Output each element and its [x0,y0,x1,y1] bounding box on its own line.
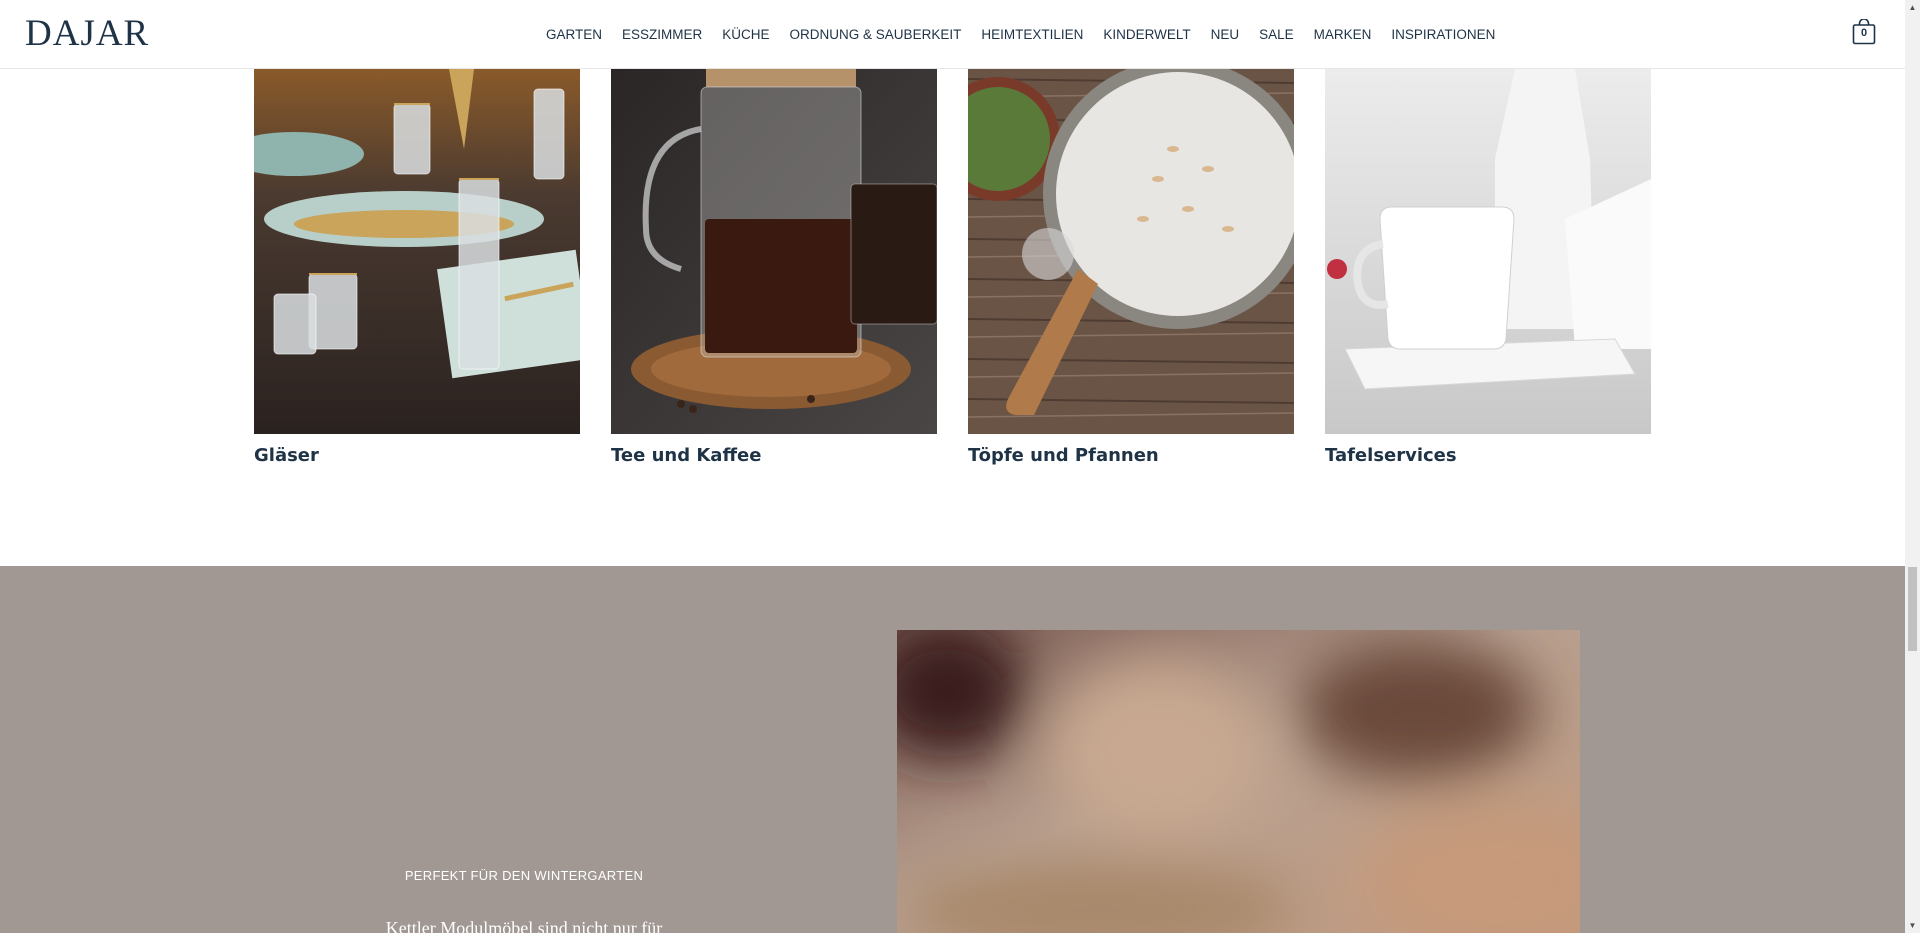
category-label[interactable]: Gläser [254,445,319,466]
nav-kinderwelt[interactable]: KINDERWELT [1103,27,1190,42]
category-grid: Gläser Tee und Kaffee Töpfe und Pfannen … [0,69,1905,565]
scroll-down-arrow-icon[interactable]: ▼ [1905,918,1920,933]
scrollbar-thumb[interactable] [1908,567,1917,651]
category-label[interactable]: Tafelservices [1325,445,1457,466]
nav-neu[interactable]: NEU [1211,27,1240,42]
logo[interactable]: DAJAR [25,12,149,55]
category-image-tafelservices [1325,69,1651,434]
site-header: DAJAR GARTEN ESSZIMMER KÜCHE ORDNUNG & S… [0,0,1905,69]
category-card-tee-kaffee[interactable]: Tee und Kaffee [611,69,937,466]
nav-inspirationen[interactable]: INSPIRATIONEN [1391,27,1495,42]
category-image-glaeser [254,69,580,434]
category-label[interactable]: Tee und Kaffee [611,445,761,466]
promo-image [897,630,1580,933]
promo-text: Kettler Modulmöbel sind nicht nur für [385,918,663,933]
nav-marken[interactable]: MARKEN [1314,27,1372,42]
nav-kueche[interactable]: KÜCHE [722,27,769,42]
main-nav: GARTEN ESSZIMMER KÜCHE ORDNUNG & SAUBERK… [536,0,1505,69]
category-card-toepfe-pfannen[interactable]: Töpfe und Pfannen [968,69,1294,466]
promo-section: PERFEKT FÜR DEN WINTERGARTEN Kettler Mod… [0,566,1905,933]
cart-button[interactable]: 0 [1852,19,1876,45]
cart-count: 0 [1860,27,1868,39]
nav-esszimmer[interactable]: ESSZIMMER [622,27,702,42]
scroll-up-arrow-icon[interactable]: ▲ [1905,0,1920,15]
category-image-toepfe-pfannen [968,69,1294,434]
nav-ordnung-sauberkeit[interactable]: ORDNUNG & SAUBERKEIT [790,27,962,42]
nav-garten[interactable]: GARTEN [546,27,602,42]
nav-sale[interactable]: SALE [1259,27,1294,42]
category-card-tafelservices[interactable]: Tafelservices [1325,69,1651,466]
promo-eyebrow: PERFEKT FÜR DEN WINTERGARTEN [404,868,644,883]
category-label[interactable]: Töpfe und Pfannen [968,445,1159,466]
category-image-tee-kaffee [611,69,937,434]
nav-heimtextilien[interactable]: HEIMTEXTILIEN [981,27,1083,42]
category-card-glaeser[interactable]: Gläser [254,69,580,466]
page-scrollbar[interactable]: ▲ ▼ [1905,0,1920,933]
